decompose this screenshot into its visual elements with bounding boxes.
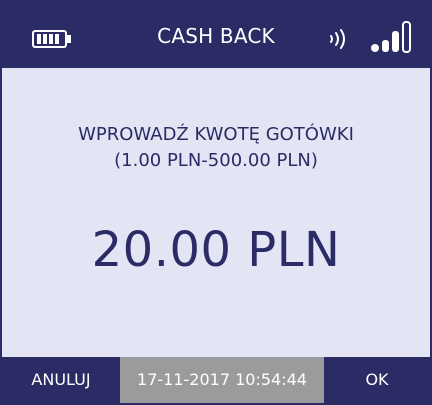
amount-prompt: WPROWADŹ KWOTĘ GOTÓWKI (1.00 PLN-500.00 … [2, 122, 430, 174]
prompt-line-2: (1.00 PLN-500.00 PLN) [114, 150, 318, 171]
contactless-icon [330, 29, 345, 49]
ok-button[interactable]: OK [324, 357, 430, 403]
prompt-line-1: WPROWADŹ KWOTĘ GOTÓWKI [78, 124, 354, 145]
top-bar: CASH BACK [2, 2, 430, 68]
bottom-bar: ANULUJ 17-11-2017 10:54:44 OK [2, 357, 430, 403]
signal-icon [371, 21, 411, 53]
datetime-display: 17-11-2017 10:54:44 [120, 357, 324, 403]
amount-display[interactable]: 20.00 PLN [2, 222, 430, 278]
screen-title: CASH BACK [157, 24, 275, 48]
cancel-button[interactable]: ANULUJ [2, 357, 120, 403]
payment-terminal-screen: CASH BACK WPROWADŹ KWOTĘ GOTÓWKI (1.00 P… [0, 0, 432, 405]
